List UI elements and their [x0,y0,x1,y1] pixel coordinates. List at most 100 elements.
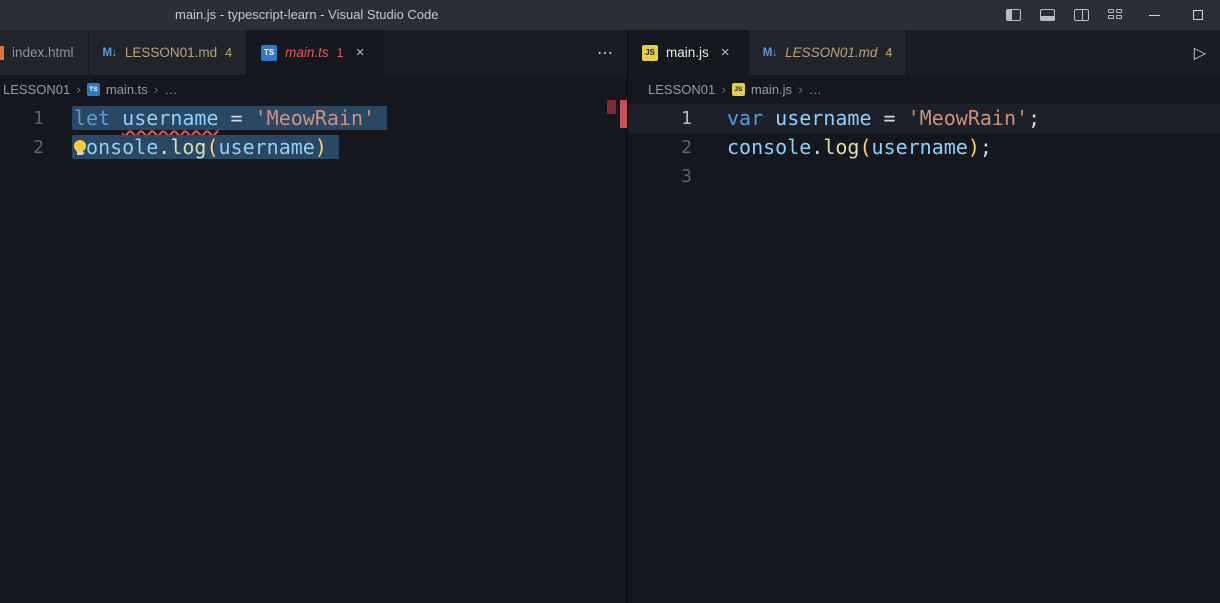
line-number[interactable]: 1 [628,104,692,133]
tab-main-js[interactable]: JS main.js × [628,30,749,75]
close-tab-icon[interactable]: × [717,44,734,61]
code-token[interactable]: ( [206,135,218,159]
code-token[interactable]: let [74,106,110,130]
code-line: 1 let username = 'MeowRain' [0,104,627,133]
right-tabbar: JS main.js × M↓ LESSON01.md 4 ▷ [628,30,1220,75]
code-token[interactable]: ; [980,135,992,159]
problems-badge: 4 [885,46,892,60]
line-number[interactable]: 1 [0,104,44,133]
code-token[interactable]: console [727,135,811,159]
titlebar-controls [996,0,1220,30]
right-editor[interactable]: 1 var username = 'MeowRain'; 2 console.l… [628,103,1220,603]
chevron-right-icon: › [721,81,726,97]
tab-label: main.ts [285,45,329,60]
typescript-icon: TS [261,45,277,61]
breadcrumb-symbol[interactable]: … [809,82,822,97]
code-token[interactable]: ) [315,135,327,159]
tab-lesson01-md[interactable]: M↓ LESSON01.md 4 [749,30,908,75]
code-token[interactable]: username [872,135,968,159]
editor-area: index.html M↓ LESSON01.md 4 TS main.ts 1… [0,30,1220,603]
code-line-current: 1 var username = 'MeowRain'; [628,104,1220,133]
code-text[interactable]: console.log(username); [727,133,992,162]
breadcrumb-folder[interactable]: LESSON01 [648,82,715,97]
line-number[interactable]: 2 [0,133,44,162]
tab-main-ts[interactable]: TS main.ts 1 × [247,30,383,75]
code-token[interactable] [872,106,884,130]
overview-ruler-error-mark [620,100,627,128]
right-editor-group: JS main.js × M↓ LESSON01.md 4 ▷ LESSON01… [628,30,1220,603]
tab-label: LESSON01.md [125,45,217,60]
javascript-icon: JS [642,45,658,61]
markdown-icon: M↓ [103,47,117,59]
line-number[interactable]: 3 [628,162,692,191]
tab-label: index.html [12,45,74,60]
more-actions-icon[interactable]: ⋯ [583,30,627,75]
markdown-icon: M↓ [763,47,777,59]
typescript-icon: TS [87,83,100,96]
html-icon [0,46,4,60]
code-token[interactable]: log [170,135,206,159]
code-token[interactable] [243,106,255,130]
tab-index-html[interactable]: index.html [0,30,89,75]
right-breadcrumb: LESSON01 › JS main.js › … [628,75,1220,103]
code-token[interactable]: 'MeowRain' [908,106,1028,130]
problems-badge: 1 [337,46,344,60]
line-number[interactable]: 2 [628,133,692,162]
code-line: 3 [628,162,1220,191]
code-line: 2 console.log(username) [0,133,627,162]
tabbar-spacer [384,30,583,75]
toggle-secondary-sidebar-icon[interactable] [1064,0,1098,30]
close-tab-icon[interactable]: × [352,44,369,61]
javascript-icon: JS [732,83,745,96]
breadcrumb-symbol[interactable]: … [164,82,177,97]
code-token[interactable] [219,106,231,130]
code-text[interactable]: console.log(username) [74,133,339,162]
tab-label: main.js [666,45,709,60]
minimize-button[interactable] [1132,0,1176,30]
code-token[interactable]: = [231,106,243,130]
code-text[interactable]: let username = 'MeowRain' [74,104,387,133]
run-file-icon[interactable]: ▷ [1180,30,1220,75]
code-token[interactable]: ) [968,135,980,159]
breadcrumb-file[interactable]: main.js [751,82,792,97]
tab-label: LESSON01.md [785,45,877,60]
code-token[interactable] [763,106,775,130]
minimap-error-mark [607,100,616,114]
problems-badge: 4 [225,46,232,60]
chevron-right-icon: › [798,81,803,97]
code-token[interactable]: var [727,106,763,130]
code-token[interactable]: log [823,135,859,159]
tabbar-spacer [907,30,1179,75]
maximize-button[interactable] [1176,0,1220,30]
code-token[interactable]: . [158,135,170,159]
code-token[interactable]: username [775,106,871,130]
code-line: 2 console.log(username); [628,133,1220,162]
customize-layout-icon[interactable] [1098,0,1132,30]
code-token[interactable] [896,106,908,130]
breadcrumb-file[interactable]: main.ts [106,82,148,97]
left-breadcrumb: LESSON01 › TS main.ts › … [0,75,627,103]
chevron-right-icon: › [154,81,159,97]
code-token[interactable]: ; [1028,106,1040,130]
window-title: main.js - typescript-learn - Visual Stud… [175,0,439,30]
breadcrumb-folder[interactable]: LESSON01 [3,82,70,97]
chevron-right-icon: › [76,81,81,97]
code-token[interactable]: = [884,106,896,130]
vscode-window: main.js - typescript-learn - Visual Stud… [0,0,1220,603]
titlebar: main.js - typescript-learn - Visual Stud… [0,0,1220,30]
code-token[interactable]: username [219,135,315,159]
selection-highlight: let username = 'MeowRain' [74,106,387,130]
code-text[interactable]: var username = 'MeowRain'; [727,104,1040,133]
code-token[interactable] [110,106,122,130]
code-token[interactable]: username [122,106,218,130]
code-token[interactable]: 'MeowRain' [255,106,375,130]
code-token[interactable]: ( [859,135,871,159]
tab-lesson01-md[interactable]: M↓ LESSON01.md 4 [89,30,248,75]
left-editor-group: index.html M↓ LESSON01.md 4 TS main.ts 1… [0,30,628,603]
toggle-panel-icon[interactable] [1030,0,1064,30]
lightbulb-icon[interactable] [73,140,87,155]
toggle-primary-sidebar-icon[interactable] [996,0,1030,30]
code-token[interactable]: . [811,135,823,159]
left-editor[interactable]: 1 let username = 'MeowRain' 2 console.lo… [0,103,627,603]
selection-highlight: console.log(username) [74,135,339,159]
